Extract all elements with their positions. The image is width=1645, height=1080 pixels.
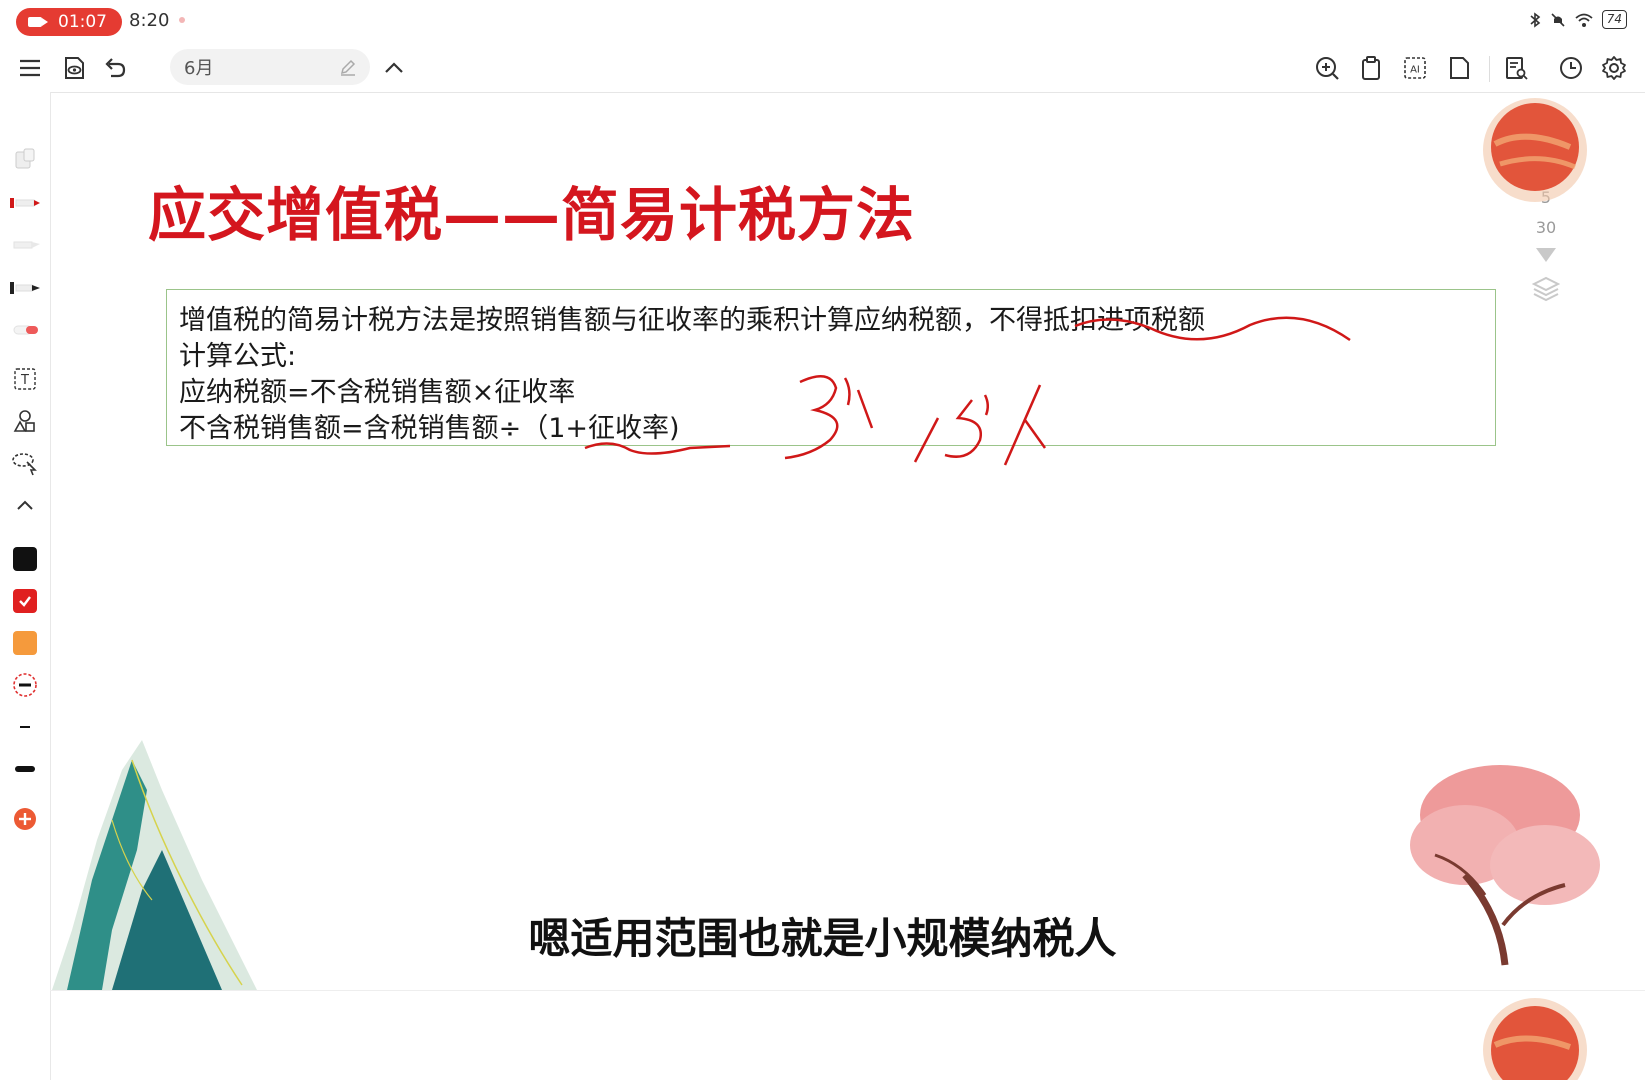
sun-decoration-lower	[1483, 998, 1587, 1080]
layers-icon[interactable]	[1532, 276, 1560, 302]
page-down-icon[interactable]	[1534, 246, 1558, 264]
ink-handwriting-15-percent	[913, 384, 1047, 466]
video-subtitle: 嗯适用范围也就是小规模纳税人	[528, 914, 1117, 963]
ink-underline-no-deduction	[1074, 316, 1351, 342]
total-pages: 30	[1535, 218, 1557, 237]
ink-handwriting-3-percent	[784, 375, 874, 460]
ink-underline-rate	[584, 442, 731, 455]
sun-decoration	[1483, 98, 1587, 202]
page-divider	[50, 990, 1645, 991]
